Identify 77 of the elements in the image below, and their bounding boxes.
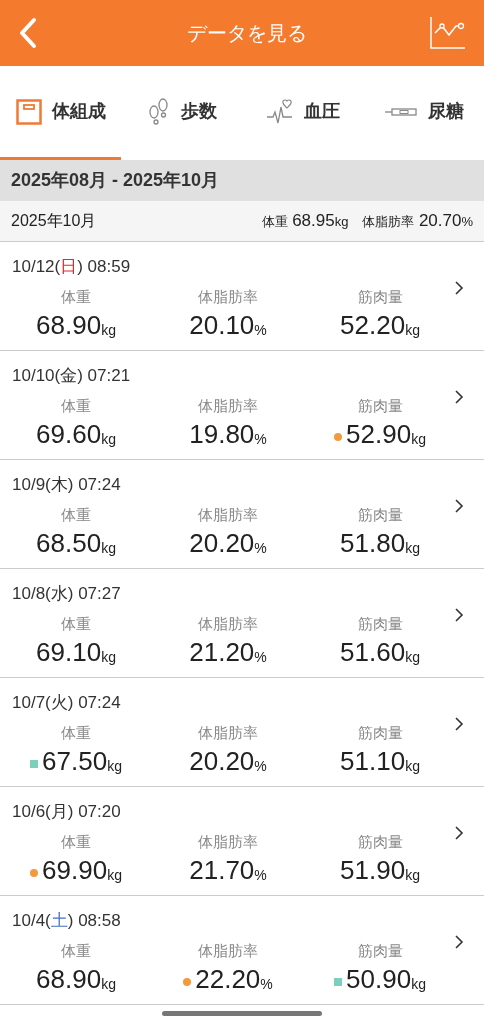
metric-label: 体脂肪率 [198,504,258,525]
record-row[interactable]: 10/6(月) 07:20 体重 69.90kg 体脂肪率 21.70% 筋肉量 51.90kg [0,787,484,896]
metric-value: 68.50kg [36,530,116,556]
chevron-right-icon [454,280,464,296]
record-row[interactable]: 10/7(火) 07:24 体重 67.50kg 体脂肪率 20.20% 筋肉量 51.10kg [0,678,484,787]
metric-label: 筋肉量 [357,831,403,852]
metric-value: 21.20% [189,639,267,665]
metric-value: 20.10% [189,312,267,338]
metric-value: 69.90kg [30,857,122,883]
metric-value: 69.10kg [36,639,116,665]
metric-value: 21.70% [189,857,267,883]
metric-label: 筋肉量 [357,722,403,743]
metric-value: 20.20% [189,748,267,774]
metric-label: 筋肉量 [357,286,403,307]
metric-label: 筋肉量 [357,504,403,525]
metric-value: 51.10kg [340,748,420,774]
date-time-label: 10/12(日) 08:59 [12,256,131,278]
metric-label: 体脂肪率 [198,395,258,416]
date-time-label: 10/8(水) 07:27 [12,583,121,605]
metric-label: 筋肉量 [357,395,403,416]
metric-label: 体重 [61,613,91,634]
metric-label: 体脂肪率 [198,286,258,307]
record-row[interactable]: 10/8(水) 07:27 体重 69.10kg 体脂肪率 21.20% 筋肉量 51.60kg [0,569,484,678]
chevron-right-icon [454,389,464,405]
date-time-label: 10/9(木) 07:24 [12,474,121,496]
metric-value: 51.90kg [340,857,420,883]
category-tab[interactable]: 歩数 [121,66,242,160]
metric-label: 体脂肪率 [198,722,258,743]
metric-label: 体脂肪率 [198,613,258,634]
category-tab[interactable]: 血圧 [242,66,363,160]
chevron-right-icon [454,498,464,514]
record-row[interactable]: 10/12(日) 08:59 体重 68.90kg 体脂肪率 20.10% 筋肉量 52.20kg [0,242,484,351]
chevron-right-icon [454,934,464,950]
date-time-label: 10/7(火) 07:24 [12,692,121,714]
metric-label: 筋肉量 [357,613,403,634]
metric-value: 69.60kg [36,421,116,447]
metric-value: 68.90kg [36,966,116,992]
metric-value: 52.20kg [340,312,420,338]
record-row[interactable]: 10/9(木) 07:24 体重 68.50kg 体脂肪率 20.20% 筋肉量 51.80kg [0,460,484,569]
metric-label: 体重 [61,940,91,961]
date-range: 2025年08月 - 2025年10月 [11,169,220,192]
metric-value: 19.80% [189,421,267,447]
metric-label: 筋肉量 [357,940,403,961]
chevron-right-icon [454,607,464,623]
metric-value: 51.80kg [340,530,420,556]
metric-label: 体重 [61,831,91,852]
metric-value: 22.20% [183,966,273,992]
chevron-right-icon [454,825,464,841]
metric-label: 体脂肪率 [198,831,258,852]
metric-label: 体重 [61,722,91,743]
metric-value: 51.60kg [340,639,420,665]
metric-value: 68.90kg [36,312,116,338]
footprints-icon [146,97,171,126]
month-label: 2025年10月 [11,211,97,231]
category-tab[interactable]: 尿糖 [363,66,484,160]
metric-value: 50.90kg [334,966,426,992]
metric-label: 体重 [61,286,91,307]
date-time-label: 10/10(金) 07:21 [12,365,131,387]
metric-label: 体脂肪率 [198,940,258,961]
summary-stat: 体重 68.95kg [261,210,349,233]
record-row[interactable]: 10/4(土) 08:58 体重 68.90kg 体脂肪率 22.20% 筋肉量 50.90kg [0,896,484,1005]
metric-value: 67.50kg [30,748,122,774]
chevron-right-icon [454,716,464,732]
header-title: データを見る [187,21,307,46]
date-time-label: 10/6(月) 07:20 [12,801,121,823]
metric-label: 体重 [61,395,91,416]
metric-label: 体重 [61,504,91,525]
back-icon[interactable] [18,17,38,49]
record-row[interactable]: 10/10(金) 07:21 体重 69.60kg 体脂肪率 19.80% 筋肉量 52.90kg [0,351,484,460]
line-chart-icon[interactable] [430,17,466,49]
test-strip-icon [383,105,418,118]
summary-stat: 体脂肪率 20.70% [362,210,473,233]
date-time-label: 10/4(土) 08:58 [12,910,121,932]
metric-value: 52.90kg [334,421,426,447]
scale-icon [15,98,42,125]
heartbeat-icon [265,97,294,126]
metric-value: 20.20% [189,530,267,556]
